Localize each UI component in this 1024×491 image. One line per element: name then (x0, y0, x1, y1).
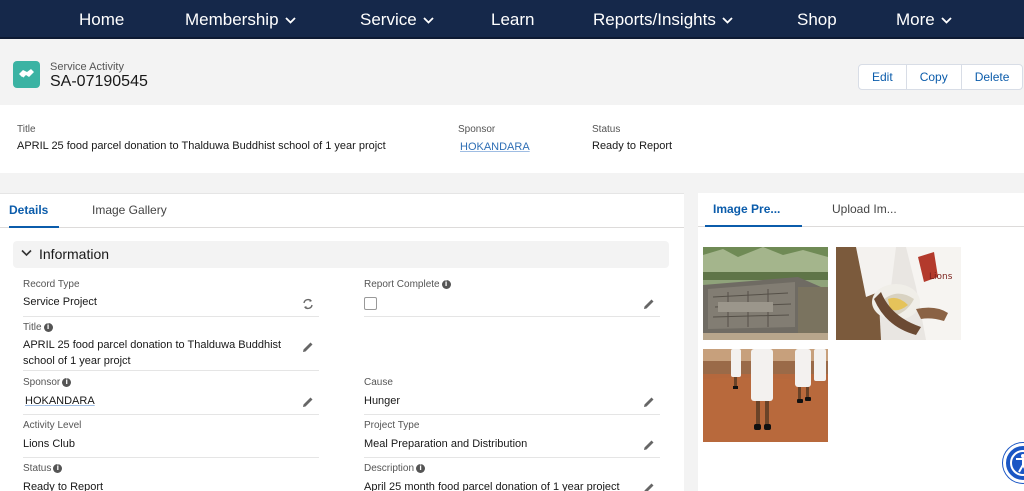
highlights-panel (0, 105, 1024, 173)
gallery-image-parcel-handover[interactable]: Lions (836, 247, 961, 340)
tab-upload-image[interactable]: Upload Im... (832, 193, 897, 227)
info-icon[interactable]: i (441, 279, 451, 289)
title-label-text: Title (23, 322, 42, 333)
right-tabs: Image Pre... Upload Im... (698, 193, 1024, 227)
nav-service[interactable]: Service (360, 0, 434, 39)
sponsor-link[interactable]: HOKANDARA (25, 393, 95, 409)
info-icon[interactable]: i (416, 463, 426, 473)
delete-button[interactable]: Delete (962, 65, 1023, 89)
record-type-label: Record Type (23, 279, 80, 290)
activity-level-label: Activity Level (23, 420, 82, 431)
description-label-text: Description (364, 463, 415, 474)
field-divider (23, 316, 319, 317)
nav-learn[interactable]: Learn (491, 0, 534, 39)
title-value: APRIL 25 food parcel donation to Thalduw… (23, 339, 282, 367)
tab-details[interactable]: Details (9, 194, 59, 228)
activity-level-value: Lions Club (23, 438, 75, 450)
pencil-icon[interactable] (643, 482, 655, 491)
nav-home[interactable]: Home (79, 0, 124, 39)
highlight-title-label: Title (17, 124, 36, 135)
report-complete-checkbox[interactable] (364, 297, 377, 310)
nav-membership[interactable]: Membership (185, 0, 296, 39)
highlight-sponsor-link[interactable]: HOKANDARA (460, 141, 530, 153)
handshake-icon (13, 61, 40, 88)
image-panel: Image Pre... Upload Im... (698, 193, 1024, 491)
nav-membership-label: Membership (185, 10, 279, 29)
field-divider (364, 414, 660, 415)
left-tabs: Details Image Gallery (0, 194, 684, 228)
info-icon[interactable]: i (53, 463, 63, 473)
information-section-header[interactable]: Information (13, 241, 669, 268)
nav-learn-label: Learn (491, 10, 535, 29)
tab-image-preview[interactable]: Image Pre... (705, 193, 802, 227)
nav-service-label: Service (360, 10, 417, 29)
project-type-label: Project Type (364, 420, 420, 431)
field-divider (364, 457, 660, 458)
status-value: Ready to Report (23, 481, 104, 491)
svg-text:Lions: Lions (929, 272, 953, 282)
chevron-down-icon (423, 17, 434, 24)
title-label: Title i (23, 322, 53, 333)
info-icon[interactable]: i (62, 377, 72, 387)
section-title: Information (39, 246, 110, 262)
status-label-text: Status (23, 463, 52, 474)
status-label: Status i (23, 463, 63, 474)
pencil-icon[interactable] (643, 396, 655, 408)
highlight-title-value: APRIL 25 food parcel donation to Thalduw… (17, 140, 386, 152)
record-actions: Edit Copy Delete (858, 64, 1024, 90)
pencil-icon[interactable] (302, 396, 314, 408)
cause-label: Cause (364, 377, 393, 388)
sponsor-label-text: Sponsor (23, 377, 61, 388)
change-record-type-icon[interactable] (302, 298, 314, 310)
edit-button[interactable]: Edit (859, 65, 907, 89)
pencil-icon[interactable] (302, 341, 314, 353)
chevron-down-icon (21, 249, 32, 257)
object-type-label: Service Activity (50, 61, 124, 73)
nav-home-label: Home (79, 10, 125, 29)
nav-more[interactable]: More (896, 0, 952, 39)
accessibility-button[interactable] (1003, 443, 1024, 483)
pencil-icon[interactable] (643, 439, 655, 451)
highlight-sponsor-label: Sponsor (458, 124, 496, 135)
highlight-status-label: Status (592, 124, 621, 135)
highlight-status-value: Ready to Report (592, 140, 673, 152)
chevron-down-icon (284, 17, 296, 24)
field-divider (364, 316, 660, 317)
project-type-value: Meal Preparation and Distribution (364, 438, 528, 450)
copy-button[interactable]: Copy (907, 65, 962, 89)
nav-shop-label: Shop (797, 10, 837, 29)
pencil-icon[interactable] (643, 298, 655, 310)
gallery-image-school-sign[interactable] (703, 247, 828, 340)
report-complete-label: Report Complete i (364, 279, 451, 290)
cause-value: Hunger (364, 395, 401, 407)
gallery-image-students[interactable] (703, 349, 828, 442)
field-divider (23, 370, 319, 371)
info-icon[interactable]: i (43, 322, 53, 332)
field-divider (23, 414, 319, 415)
chevron-down-icon (941, 17, 952, 24)
nav-reports-label: Reports/Insights (593, 10, 716, 29)
record-name: SA-07190545 (50, 73, 148, 90)
sponsor-label: Sponsor i (23, 377, 72, 388)
accessibility-icon (1010, 450, 1024, 476)
field-divider (23, 457, 319, 458)
nav-shop[interactable]: Shop (797, 0, 837, 39)
top-navigation: Home Membership Service Learn Reports/In… (0, 0, 1024, 39)
nav-reports-insights[interactable]: Reports/Insights (593, 0, 733, 39)
record-type-value: Service Project (23, 296, 97, 308)
description-value: April 25 month food parcel donation of 1… (364, 481, 620, 491)
tab-image-gallery[interactable]: Image Gallery (92, 194, 167, 228)
nav-more-label: More (896, 10, 935, 29)
chevron-down-icon (722, 17, 733, 24)
report-complete-label-text: Report Complete (364, 279, 440, 290)
description-label: Description i (364, 463, 426, 474)
